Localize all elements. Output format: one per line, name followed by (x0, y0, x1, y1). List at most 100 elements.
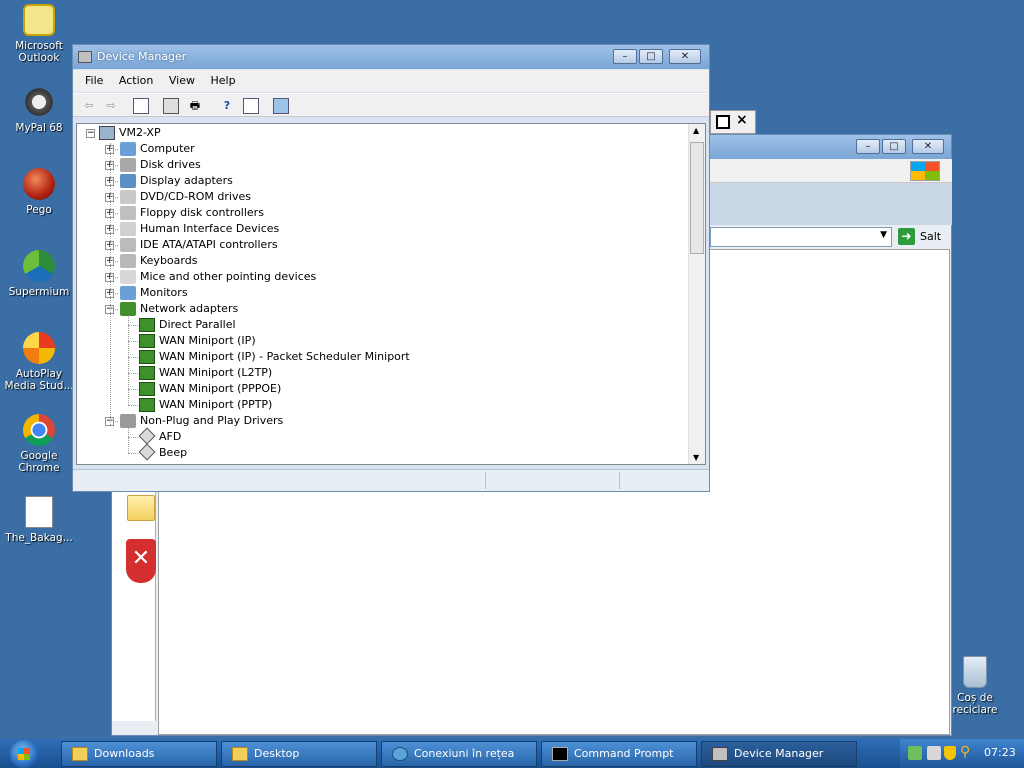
tree-category-label: Floppy disk controllers (140, 206, 264, 219)
autoplay-icon (23, 332, 55, 364)
tree-device-label: WAN Miniport (IP) - Packet Scheduler Min… (159, 350, 410, 363)
search-tray-icon[interactable]: ⚲ (960, 744, 970, 760)
desktop-icon-chrome[interactable]: Google Chrome (4, 414, 74, 474)
taskbar-button-label: Downloads (94, 747, 155, 760)
scan-hardware-icon[interactable] (273, 98, 289, 114)
maximize-button[interactable]: □ (639, 49, 663, 64)
close-icon[interactable]: × (736, 112, 748, 128)
desktop-icon-supermium[interactable]: Supermium (4, 250, 74, 298)
tree-device-label: WAN Miniport (PPTP) (159, 398, 273, 411)
go-button[interactable]: ➜ Salt (896, 227, 948, 247)
tree-device-label: WAN Miniport (PPPOE) (159, 382, 282, 395)
explorer-close-button[interactable]: ✕ (912, 139, 944, 154)
hidden-window-controls: × (710, 110, 756, 134)
tree-category-label: Display adapters (140, 174, 233, 187)
back-arrow-icon[interactable]: ⇦ (81, 98, 97, 114)
show-hide-tree-icon[interactable] (133, 98, 149, 114)
menu-file[interactable]: File (79, 70, 109, 92)
clock[interactable]: 07:23 (984, 746, 1016, 759)
tree-device-label: WAN Miniport (L2TP) (159, 366, 273, 379)
device-category-icon (120, 158, 136, 172)
print-icon[interactable]: 🖶 (187, 98, 203, 114)
tree-connector (110, 143, 111, 425)
pego-icon (23, 168, 55, 200)
shield-tray-icon[interactable] (944, 746, 956, 760)
taskbar-button-network[interactable]: Conexiuni în rețea (381, 741, 537, 767)
windows-logo-icon (910, 161, 940, 181)
taskbar-button-label: Command Prompt (574, 747, 674, 760)
taskbar-button-label: Desktop (254, 747, 300, 760)
tree-category-label: Mice and other pointing devices (140, 270, 317, 283)
scroll-thumb[interactable] (690, 142, 704, 254)
device-category-icon (120, 206, 136, 220)
desktop-icon-label: The_Bakag... (5, 532, 73, 544)
tree-connector (128, 405, 138, 406)
taskbar-button-device-manager[interactable]: Device Manager (701, 741, 857, 767)
tree-category-label: Monitors (140, 286, 188, 299)
device-category-icon (120, 414, 136, 428)
tree-connector (128, 325, 138, 326)
windows-logo-icon (18, 748, 30, 760)
forward-arrow-icon[interactable]: ⇨ (103, 98, 119, 114)
device-category-icon (120, 142, 136, 156)
window-title: Device Manager (97, 50, 187, 63)
device-tree[interactable]: − VM2-XP + Computer + Disk drives + Display ada… (76, 123, 706, 465)
device-category-icon (120, 190, 136, 204)
properties-icon[interactable] (163, 98, 179, 114)
tree-connector (128, 427, 129, 453)
network-adapter-icon (139, 382, 155, 396)
address-bar[interactable]: ▼ (710, 227, 892, 247)
desktop-icon-autoplay[interactable]: AutoPlay Media Stud... (4, 332, 74, 392)
menu-help[interactable]: Help (204, 70, 241, 92)
scroll-down-icon[interactable]: ▼ (693, 453, 699, 462)
chevron-down-icon[interactable]: ▼ (880, 230, 887, 240)
desktop-icon-label: Microsoft Outlook (15, 40, 63, 64)
view-icon[interactable] (243, 98, 259, 114)
tree-device-label: Beep (159, 446, 188, 459)
tree-connector (128, 315, 129, 405)
device-manager-icon (78, 51, 92, 63)
taskbar-button-cmd[interactable]: Command Prompt (541, 741, 697, 767)
desktop-icon-label: Pego (26, 204, 52, 216)
scroll-up-icon[interactable]: ▲ (693, 126, 699, 135)
minimize-button[interactable]: – (613, 49, 637, 64)
tree-connector (128, 357, 138, 358)
network-adapter-icon (139, 350, 155, 364)
menu-action[interactable]: Action (113, 70, 159, 92)
desktop-icon-document[interactable]: The_Bakag... (4, 496, 74, 544)
explorer-minimize-button[interactable]: – (856, 139, 880, 154)
desktop-icon-pego[interactable]: Pego (4, 168, 74, 216)
go-button-label: Salt (920, 230, 942, 243)
taskbar-button-downloads[interactable]: Downloads (61, 741, 217, 767)
maximize-icon[interactable] (716, 115, 730, 129)
tree-category-label: Network adapters (140, 302, 239, 315)
device-category-icon (120, 286, 136, 300)
document-icon (25, 496, 53, 528)
device-category-icon (120, 302, 136, 316)
tree-device-label: AFD (159, 430, 182, 443)
device-category-icon (120, 174, 136, 188)
device-category-icon (120, 238, 136, 252)
folder-icon (127, 495, 155, 521)
network-tray-icon[interactable] (908, 746, 922, 760)
taskbar: Downloads Desktop Conexiuni în rețea Com… (0, 739, 1024, 768)
close-button[interactable]: ✕ (669, 49, 701, 64)
go-arrow-icon: ➜ (898, 228, 915, 245)
taskbar-button-desktop[interactable]: Desktop (221, 741, 377, 767)
desktop-icon-label: MyPal 68 (15, 122, 63, 134)
computer-icon (99, 126, 115, 140)
flag-tray-icon[interactable] (927, 746, 941, 760)
network-icon (392, 747, 408, 761)
menu-view[interactable]: View (163, 70, 201, 92)
supermium-icon (23, 250, 55, 282)
device-manager-window[interactable]: Device Manager – □ ✕ File Action View He… (72, 44, 710, 492)
raccoon-icon (23, 86, 55, 118)
desktop-icon-mypal[interactable]: MyPal 68 (4, 86, 74, 134)
network-adapter-icon (139, 318, 155, 332)
collapse-icon[interactable]: − (86, 129, 95, 138)
desktop-icon-outlook[interactable]: Microsoft Outlook (4, 4, 74, 64)
start-button[interactable] (10, 740, 38, 768)
tree-scrollbar[interactable]: ▲ ▼ (688, 124, 705, 464)
help-icon[interactable]: ? (219, 98, 235, 114)
explorer-maximize-button[interactable]: □ (882, 139, 906, 154)
